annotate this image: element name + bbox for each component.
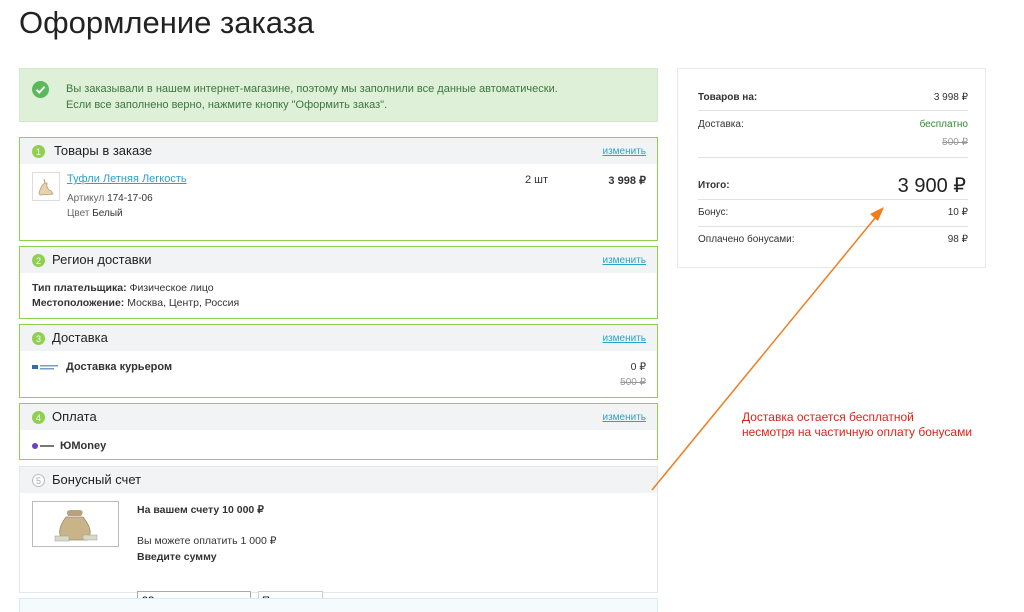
product-name-link[interactable]: Туфли Летняя Легкость <box>67 173 187 185</box>
svg-text:1: 1 <box>36 147 41 157</box>
payment-edit-link[interactable]: изменить <box>602 412 646 423</box>
summary-total-value: 3 900 ₽ <box>897 175 966 197</box>
section-bonus-header: 5 Бонусный счет <box>20 467 657 493</box>
step-3-icon: 3 <box>32 332 45 345</box>
product-thumbnail[interactable] <box>32 172 60 201</box>
summary-bonus-value: 10 ₽ <box>947 207 968 218</box>
summary-delivery-row: Доставка: бесплатно <box>698 119 968 130</box>
section-region: 2 Регион доставки изменить Тип плательщи… <box>19 246 658 319</box>
section-delivery-header: 3 Доставка изменить <box>20 325 657 351</box>
svg-text:4: 4 <box>36 413 41 423</box>
section-bonus-title: Бонусный счет <box>52 472 142 487</box>
order-summary: Товаров на: 3 998 ₽ Доставка: бесплатно … <box>677 68 986 268</box>
notice-text: Вы заказывали в нашем интернет-магазине,… <box>66 81 558 113</box>
product-color: Цвет Белый <box>67 208 123 219</box>
summary-bonus-label: Бонус: <box>698 207 729 218</box>
step-4-icon: 4 <box>32 411 45 424</box>
payer-type-value: Физическое лицо <box>129 282 214 294</box>
summary-goods-value: 3 998 ₽ <box>933 92 968 103</box>
section-goods-header: 1 Товары в заказе изменить <box>20 138 657 164</box>
bonus-balance: На вашем счету 10 000 ₽ <box>137 504 264 516</box>
delivery-edit-link[interactable]: изменить <box>602 333 646 344</box>
summary-paid-row: Оплачено бонусами: 98 ₽ <box>698 234 968 245</box>
section-delivery: 3 Доставка изменить Доставка курьером 0 … <box>19 324 658 398</box>
annotation-line-1: Доставка остается бесплатной <box>742 410 914 424</box>
product-price: 3 998 ₽ <box>608 175 646 187</box>
summary-divider <box>698 110 968 111</box>
annotation-line-2: несмотря на частичную оплату бонусами <box>742 425 973 439</box>
location-value: Москва, Центр, Россия <box>127 297 240 309</box>
section-region-title: Регион доставки <box>52 252 152 267</box>
svg-text:2: 2 <box>36 256 41 266</box>
summary-goods-row: Товаров на: 3 998 ₽ <box>698 92 968 103</box>
section-payment: 4 Оплата изменить ЮMoney <box>19 403 658 460</box>
step-5-icon: 5 <box>32 474 45 487</box>
product-article: Артикул 174-17-06 <box>67 193 153 204</box>
goods-edit-link[interactable]: изменить <box>602 146 646 157</box>
section-delivery-title: Доставка <box>52 330 108 345</box>
color-value: Белый <box>92 208 123 219</box>
courier-logo-icon <box>32 365 58 370</box>
bonus-enter-label: Введите сумму <box>137 551 217 563</box>
delivery-price: 0 ₽ <box>630 361 646 373</box>
autofill-notice: Вы заказывали в нашем интернет-магазине,… <box>19 68 658 122</box>
section-goods-title: Товары в заказе <box>54 143 153 158</box>
summary-divider <box>698 199 968 200</box>
section-bonus: 5 Бонусный счет На вашем счету 10 000 ₽ … <box>19 466 658 611</box>
svg-text:5: 5 <box>36 476 41 486</box>
shoe-icon <box>38 178 54 196</box>
summary-divider <box>698 226 968 227</box>
summary-delivery-old-price: 500 ₽ <box>942 137 968 148</box>
section-payment-header: 4 Оплата изменить <box>20 404 657 430</box>
page-title: Оформление заказа <box>19 5 315 40</box>
yoomoney-logo-icon <box>32 443 54 449</box>
delivery-old-price: 500 ₽ <box>620 377 646 388</box>
region-edit-link[interactable]: изменить <box>602 255 646 266</box>
article-value: 174-17-06 <box>107 193 153 204</box>
delivery-method-name: Доставка курьером <box>66 361 173 373</box>
next-section-edge <box>19 598 658 612</box>
step-2-icon: 2 <box>32 254 45 267</box>
section-goods: 1 Товары в заказе изменить Туфли Летняя … <box>19 137 658 241</box>
money-bag-image <box>32 501 119 547</box>
payer-type-row: Тип плательщика: Физическое лицо <box>32 282 214 294</box>
svg-text:3: 3 <box>36 334 41 344</box>
location-row: Местоположение: Москва, Центр, Россия <box>32 297 239 309</box>
summary-bonus-row: Бонус: 10 ₽ <box>698 207 968 218</box>
section-region-header: 2 Регион доставки изменить <box>20 247 657 273</box>
check-circle-icon <box>32 81 49 98</box>
notice-line-2: Если все заполнено верно, нажмите кнопку… <box>66 99 388 111</box>
article-label: Артикул <box>67 193 105 204</box>
annotation-text: Доставка остается бесплатной несмотря на… <box>742 410 972 440</box>
summary-paid-label: Оплачено бонусами: <box>698 234 795 245</box>
payment-method-name: ЮMoney <box>60 440 107 452</box>
summary-delivery-value: бесплатно <box>919 119 968 130</box>
color-label: Цвет <box>67 208 90 219</box>
bonus-can-pay: Вы можете оплатить 1 000 ₽ <box>137 535 277 547</box>
summary-paid-value: 98 ₽ <box>947 234 968 245</box>
money-bag-icon <box>54 510 98 542</box>
section-payment-title: Оплата <box>52 409 97 424</box>
product-quantity: 2 шт <box>525 174 549 186</box>
summary-divider <box>698 157 968 158</box>
summary-total-label: Итого: <box>698 180 730 191</box>
summary-goods-label: Товаров на: <box>698 92 758 103</box>
notice-line-1: Вы заказывали в нашем интернет-магазине,… <box>66 83 558 95</box>
summary-delivery-label: Доставка: <box>698 119 744 130</box>
step-1-icon: 1 <box>32 145 45 158</box>
payer-type-label: Тип плательщика: <box>32 282 127 294</box>
location-label: Местоположение: <box>32 297 125 309</box>
